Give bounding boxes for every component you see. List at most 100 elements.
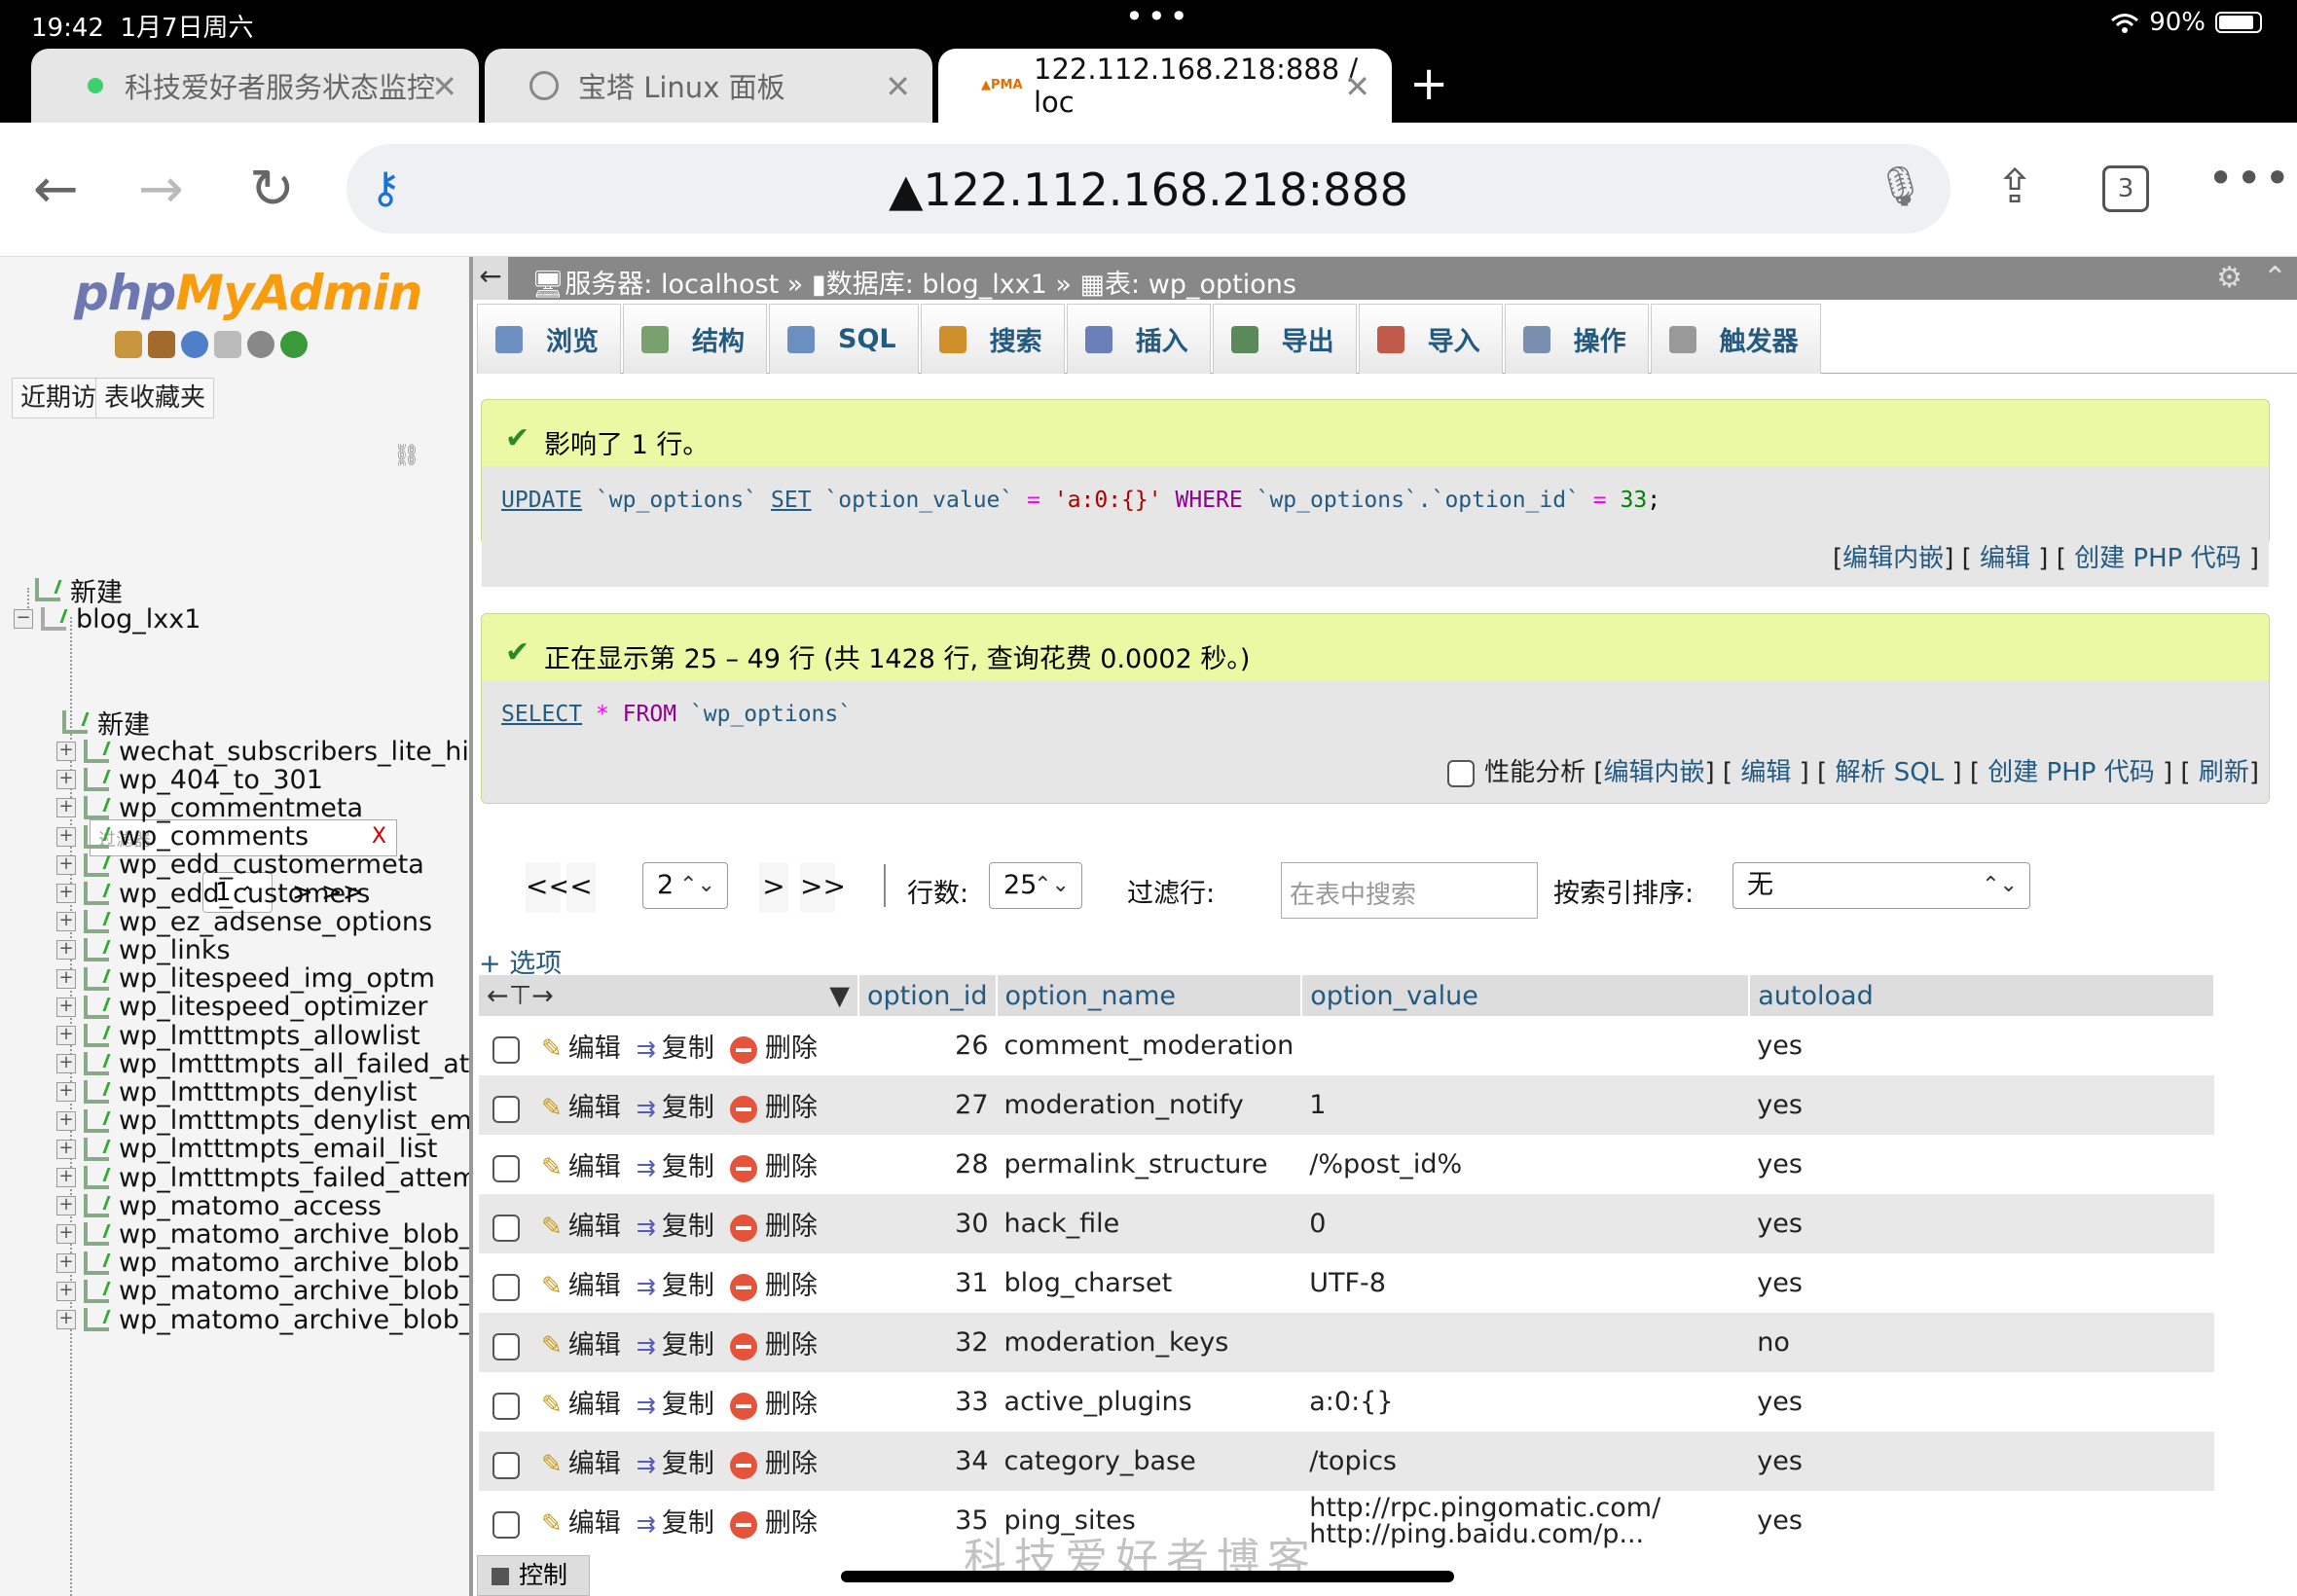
cell-option-name[interactable]: active_plugins	[997, 1372, 1302, 1432]
copy-row-link[interactable]: 复制	[662, 1034, 714, 1064]
create-php-link[interactable]: 创建 PHP 代码	[2074, 544, 2241, 573]
copy-row-link[interactable]: 复制	[662, 1390, 714, 1420]
row-checkbox[interactable]	[492, 1214, 520, 1242]
pencil-icon[interactable]: ✎	[541, 1391, 563, 1420]
forward-arrow-icon[interactable]: →	[138, 158, 184, 221]
tab-browse[interactable]: 浏览	[477, 304, 621, 374]
cell-option-name[interactable]: hack_file	[996, 1194, 1302, 1253]
close-tab-icon[interactable]: ✕	[431, 68, 457, 105]
delete-icon[interactable]	[729, 1332, 757, 1360]
delete-row-link[interactable]: 删除	[765, 1212, 818, 1242]
cell-option-id[interactable]: 26	[858, 1016, 997, 1075]
filter-rows-input[interactable]: 在表中搜索	[1281, 862, 1538, 919]
copy-icon[interactable]: ⇉	[637, 1392, 656, 1419]
delete-icon[interactable]	[729, 1510, 757, 1539]
expand-icon[interactable]: +	[56, 1310, 76, 1329]
copy-row-link[interactable]: 复制	[662, 1508, 714, 1539]
cell-option-value[interactable]: /%post_id%	[1309, 1149, 1462, 1179]
crumb-table[interactable]: 表: wp_options	[1105, 270, 1296, 300]
close-tab-icon[interactable]: ✕	[1344, 68, 1370, 105]
copy-icon[interactable]: ⇉	[637, 1095, 656, 1122]
address-bar[interactable]: ⚷ ▲122.112.168.218:888 🎙	[346, 144, 1951, 234]
edit-inline-link[interactable]: 编辑内嵌	[1842, 544, 1944, 573]
explain-sql-link[interactable]: 解析 SQL	[1835, 758, 1944, 787]
share-icon[interactable]: ⇪	[1995, 160, 2034, 214]
create-php-link[interactable]: 创建 PHP 代码	[1987, 758, 2154, 787]
delete-icon[interactable]	[729, 1154, 757, 1182]
cell-option-id[interactable]: 30	[858, 1194, 997, 1253]
tab-operations[interactable]: 操作	[1504, 304, 1649, 374]
edit-row-link[interactable]: 编辑	[568, 1449, 621, 1479]
edit-link[interactable]: 编辑	[1980, 544, 2030, 573]
reload-nav-icon[interactable]	[280, 331, 308, 358]
collapse-icon[interactable]: −	[14, 609, 33, 629]
cell-autoload[interactable]: yes	[1749, 1372, 2214, 1432]
exit-icon[interactable]	[148, 331, 175, 358]
resize-columns-icon[interactable]: ←⊤→	[487, 981, 554, 1011]
tab-triggers[interactable]: 触发器	[1650, 304, 1821, 374]
cell-autoload[interactable]: yes	[1749, 1016, 2214, 1075]
copy-row-link[interactable]: 复制	[662, 1271, 714, 1301]
edit-row-link[interactable]: 编辑	[568, 1093, 621, 1123]
multitask-dots-icon[interactable]: •••	[1125, 0, 1192, 35]
tab-insert[interactable]: 插入	[1066, 304, 1211, 374]
browser-tab-phpmyadmin[interactable]: ▲PMA 122.112.168.218:888 / loc ✕	[938, 49, 1392, 123]
tree-db-blog[interactable]: − blog_lxx1	[14, 598, 201, 640]
docs-icon[interactable]	[214, 331, 241, 358]
pencil-icon[interactable]: ✎	[541, 1034, 563, 1064]
delete-row-link[interactable]: 删除	[765, 1390, 818, 1420]
copy-icon[interactable]: ⇉	[637, 1214, 656, 1241]
row-checkbox[interactable]	[492, 1095, 520, 1123]
rows-per-page-select[interactable]: 25 ⌃⌄	[989, 862, 1082, 909]
tab-export[interactable]: 导出	[1212, 304, 1357, 374]
cell-option-value-cont[interactable]: http://ping.baidu.com/p...	[1309, 1519, 1644, 1549]
delete-icon[interactable]	[729, 1095, 757, 1123]
cell-option-name[interactable]: moderation_keys	[996, 1313, 1302, 1372]
cell-option-value[interactable]: UTF-8	[1309, 1268, 1386, 1298]
console-toggle[interactable]: 控制台	[477, 1555, 590, 1596]
row-checkbox[interactable]	[492, 1035, 520, 1064]
prev-page-button[interactable]: <	[566, 862, 596, 913]
new-tab-plus-icon[interactable]: +	[1409, 56, 1448, 111]
delete-row-link[interactable]: 删除	[765, 1330, 818, 1360]
pencil-icon[interactable]: ✎	[541, 1094, 563, 1123]
row-checkbox[interactable]	[492, 1154, 520, 1182]
tab-search[interactable]: 搜索	[920, 304, 1065, 374]
edit-link[interactable]: 编辑	[1740, 758, 1791, 787]
delete-row-link[interactable]: 删除	[765, 1152, 818, 1182]
sort-dropdown-icon[interactable]: ▼	[829, 981, 850, 1011]
cell-option-value[interactable]: 1	[1309, 1090, 1326, 1120]
tab-import[interactable]: 导入	[1358, 304, 1503, 374]
cell-autoload[interactable]: yes	[1749, 1194, 2214, 1253]
browser-tab-monitor[interactable]: 科技爱好者服务状态监控 ✕	[31, 49, 479, 123]
cell-autoload[interactable]: yes	[1749, 1135, 2214, 1194]
cell-option-value[interactable]: a:0:{}	[1309, 1387, 1393, 1417]
cell-option-id[interactable]: 33	[858, 1372, 997, 1432]
link-chain-icon[interactable]: ⛓	[393, 444, 420, 468]
pencil-icon[interactable]: ✎	[541, 1509, 563, 1539]
cell-option-name[interactable]: category_base	[996, 1432, 1302, 1491]
copy-row-link[interactable]: 复制	[662, 1212, 714, 1242]
cell-option-value[interactable]: 0	[1309, 1209, 1326, 1239]
tab-structure[interactable]: 结构	[623, 304, 767, 374]
cell-option-value[interactable]: /topics	[1309, 1446, 1397, 1476]
page-settings-gear-icon[interactable]: ⚙	[2216, 261, 2242, 295]
copy-row-link[interactable]: 复制	[662, 1152, 714, 1182]
copy-row-link[interactable]: 复制	[662, 1093, 714, 1123]
copy-icon[interactable]: ⇉	[637, 1273, 656, 1300]
cell-option-id[interactable]: 34	[858, 1432, 997, 1491]
copy-icon[interactable]: ⇉	[637, 1035, 656, 1063]
back-arrow-icon[interactable]: ←	[33, 158, 79, 221]
copy-icon[interactable]: ⇉	[637, 1510, 656, 1538]
delete-row-link[interactable]: 删除	[765, 1508, 818, 1539]
delete-row-link[interactable]: 删除	[765, 1034, 818, 1064]
edit-row-link[interactable]: 编辑	[568, 1390, 621, 1420]
crumb-server[interactable]: 服务器: localhost	[565, 270, 779, 300]
tree-table-label[interactable]: wp_matomo_archive_blob_2(	[119, 1305, 469, 1335]
cell-option-id[interactable]: 28	[858, 1135, 997, 1194]
cell-option-id[interactable]: 31	[858, 1253, 997, 1313]
tree-table-item[interactable]: + wp_matomo_archive_blob_2(	[56, 1298, 469, 1341]
col-autoload[interactable]: autoload	[1749, 975, 2215, 1016]
row-checkbox[interactable]	[492, 1392, 520, 1420]
help-icon[interactable]	[181, 331, 208, 358]
